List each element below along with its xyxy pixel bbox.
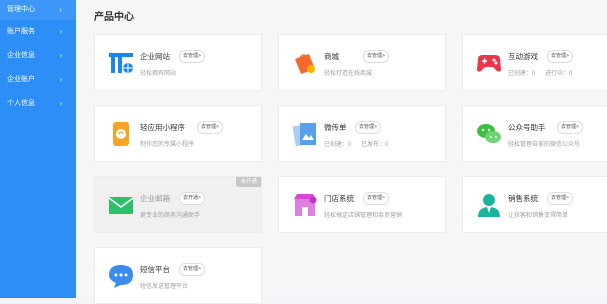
card-title: 商城 [324,52,339,61]
sales-person-icon [475,191,503,219]
website-icon [107,49,135,77]
product-card-sms[interactable]: 短信平台 去管理> 短信发送管理平台 [94,247,262,304]
stat-published: 已发布：0 [361,142,389,148]
stat-created: 已创建：0 [324,142,352,148]
gamepad-icon [475,49,503,77]
manage-button[interactable]: 去管理> [363,192,389,205]
card-description: 轻松管理自家的微信公众号 [508,142,581,148]
manage-button[interactable]: 去管理> [557,121,583,134]
manage-button[interactable]: 去管理> [179,50,205,63]
page-title: 产品中心 [94,12,134,23]
card-title: 销售系统 [508,194,538,203]
product-card-mall[interactable]: 商城 去管理> 轻松打造在线商城 [278,34,446,91]
card-title: 门店系统 [324,194,354,203]
sidebar-item-company-info[interactable]: 企业信息 › [0,44,76,68]
product-card-wechat-assistant[interactable]: 公众号助手 去管理> 轻松管理自家的微信公众号 [462,105,607,162]
chevron-right-icon: › [59,27,62,36]
manage-button[interactable]: 去管理> [547,192,573,205]
sidebar-item-personal-info[interactable]: 个人信息 › [0,92,76,116]
card-title: 企业邮箱 [140,194,170,203]
sidebar-item-label: 企业账户 [7,76,35,83]
chevron-right-icon: › [59,75,62,84]
mini-program-icon [107,120,135,148]
card-description: 轻松拥有网站 [140,71,177,77]
activate-button[interactable]: 去开通> [179,192,205,205]
card-stats: 已创建：0 进行中：0 [508,68,580,77]
card-description: 轻松打造在线商城 [324,71,373,77]
stat-created: 已创建：0 [508,71,536,77]
stat-ongoing: 进行中：0 [545,71,573,77]
card-description: 让获客和销售变得简单 [508,213,569,219]
manage-button[interactable]: 去管理> [547,50,573,63]
sidebar-item-label: 账户服务 [7,28,35,35]
card-title: 公众号助手 [508,123,546,132]
card-description: 短信发送管理平台 [140,284,189,290]
card-title: 企业网站 [140,52,170,61]
product-card-mail[interactable]: 未开通 企业邮箱 去开通> 更专业的商务沟通助手 [94,176,262,233]
mail-icon [107,191,135,219]
wechat-icon [475,120,503,148]
card-title: 短信平台 [140,265,170,274]
sidebar-item-label: 个人信息 [7,100,35,107]
card-stats: 已创建：0 已发布：0 [324,139,396,148]
chevron-right-icon: › [59,5,62,14]
card-title: 微传单 [324,123,347,132]
flyer-icon [291,120,319,148]
sidebar-item-management-center[interactable]: 管理中心 › [0,0,76,20]
card-description: 制作您的专属小程序 [140,142,195,148]
sidebar-item-label: 管理中心 [7,6,35,13]
manage-button[interactable]: 去管理> [355,121,381,134]
card-description: 轻松搞定店铺管理和会员营销 [324,213,403,219]
chevron-right-icon: › [59,99,62,108]
card-title: 轻应用小程序 [140,123,185,132]
product-card-website[interactable]: 企业网站 去管理> 轻松拥有网站 [94,34,262,91]
shopping-bag-icon [291,49,319,77]
product-card-miniapp[interactable]: 轻应用小程序 去管理> 制作您的专属小程序 [94,105,262,162]
card-description: 更专业的商务沟通助手 [140,213,201,219]
unopened-badge: 未开通 [236,177,261,187]
manage-button[interactable]: 去管理> [197,121,223,134]
chat-bubble-icon [107,262,135,290]
card-title: 互动游戏 [508,52,538,61]
main-content: 产品中心 企业网站 去管理> 轻松拥有网站 商城 去管理> 轻松打造在线商城 互… [76,0,607,304]
store-icon [291,191,319,219]
manage-button[interactable]: 去管理> [179,263,205,276]
manage-button[interactable]: 去管理> [363,50,389,63]
sidebar: 管理中心 › 账户服务 › 企业信息 › 企业账户 › 个人信息 › [0,0,76,298]
sidebar-item-company-account[interactable]: 企业账户 › [0,68,76,92]
sidebar-item-label: 企业信息 [7,52,35,59]
chevron-right-icon: › [59,51,62,60]
product-card-store[interactable]: 门店系统 去管理> 轻松搞定店铺管理和会员营销 [278,176,446,233]
product-card-game[interactable]: 互动游戏 去管理> 已创建：0 进行中：0 [462,34,607,91]
sidebar-item-account-services[interactable]: 账户服务 › [0,20,76,44]
product-card-flyer[interactable]: 微传单 去管理> 已创建：0 已发布：0 [278,105,446,162]
product-card-sales[interactable]: 销售系统 去管理> 让获客和销售变得简单 [462,176,607,233]
